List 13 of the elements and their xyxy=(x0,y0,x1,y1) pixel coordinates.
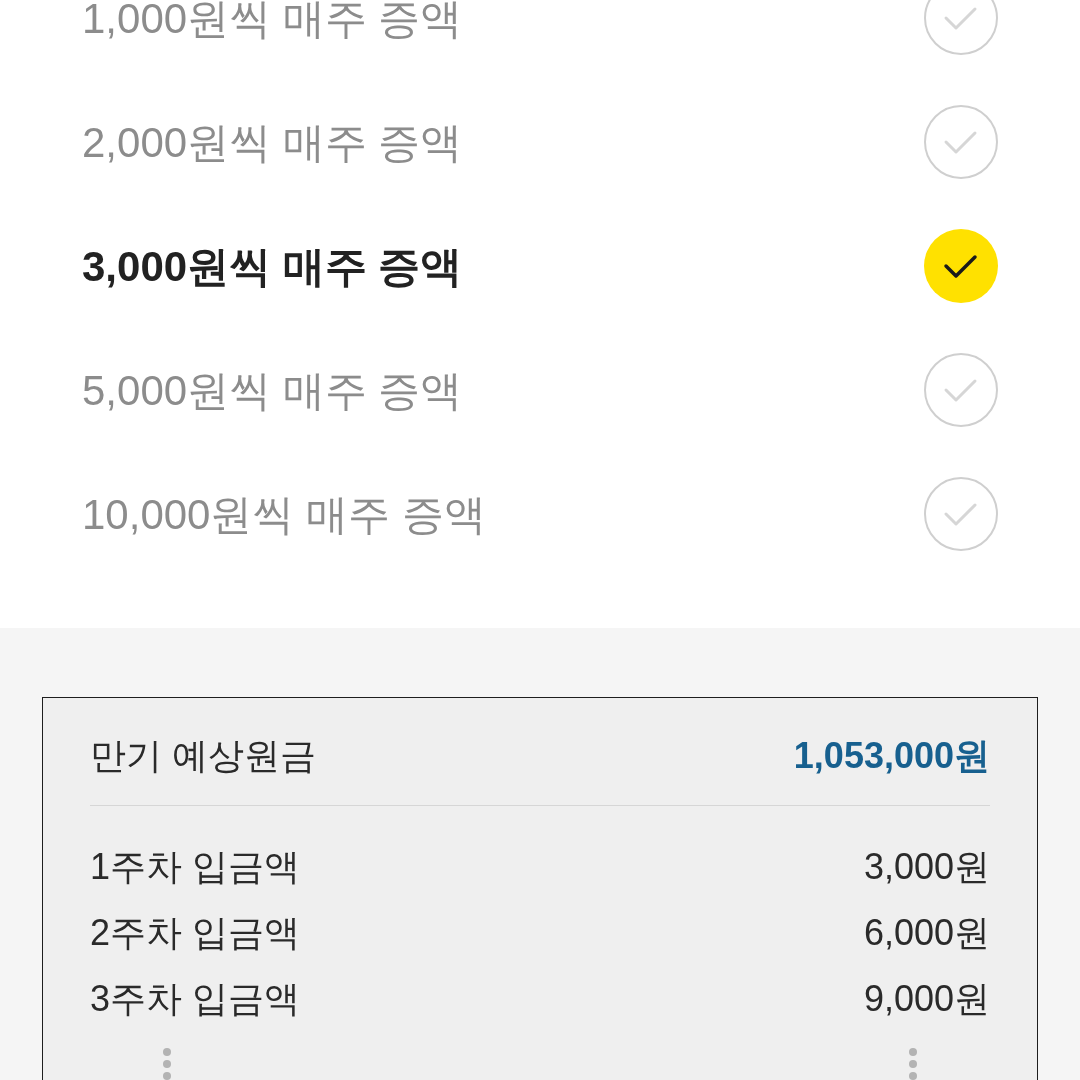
increment-option[interactable]: 5,000원씩 매주 증액 xyxy=(0,328,1080,452)
increment-option[interactable]: 3,000원씩 매주 증액 xyxy=(0,204,1080,328)
increment-option[interactable]: 10,000원씩 매주 증액 xyxy=(0,452,1080,576)
increment-option[interactable]: 1,000원씩 매주 증액 xyxy=(0,0,1080,80)
increment-option[interactable]: 2,000원씩 매주 증액 xyxy=(0,80,1080,204)
maturity-label: 만기 예상원금 xyxy=(90,733,316,778)
week-amount: 9,000원 xyxy=(863,977,990,1021)
week-amount: 6,000원 xyxy=(863,911,990,955)
week-amount: 3,000원 xyxy=(863,845,990,889)
week-label: 3주차 입금액 xyxy=(90,977,301,1021)
maturity-amount: 1,053,000원 xyxy=(793,733,990,778)
week-label: 2주차 입금액 xyxy=(90,911,301,955)
week-label: 1주차 입금액 xyxy=(90,845,301,889)
